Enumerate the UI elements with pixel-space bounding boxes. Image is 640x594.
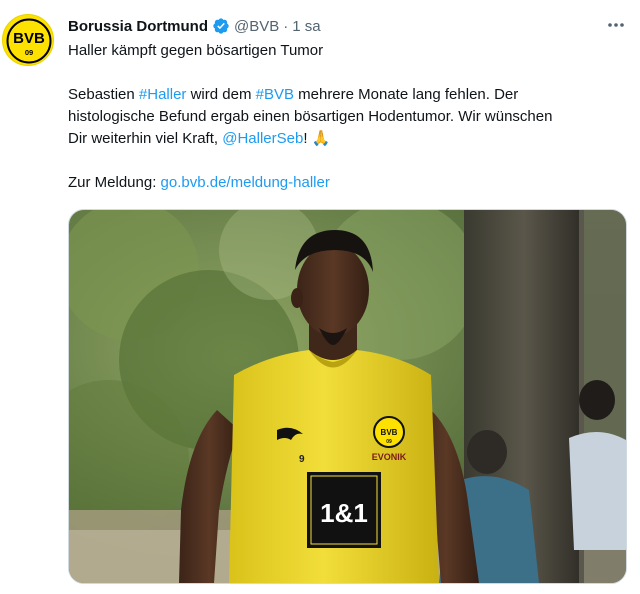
author-handle[interactable]: @BVB: [234, 18, 279, 35]
more-horizontal-icon[interactable]: [606, 16, 626, 34]
text-segment: !: [303, 130, 312, 147]
separator-dot: ·: [283, 17, 289, 35]
folded-hands-emoji-icon: 🙏: [311, 130, 331, 147]
tweet-paragraph-line-2: histologische Befund ergab einen bösarti…: [68, 108, 553, 125]
tweet-media-photo[interactable]: 9 BVB 09 EVONIK 1&1: [68, 209, 627, 584]
crest-text: BVB: [381, 428, 398, 437]
tweet-link-line: Zur Meldung: go.bvb.de/meldung-haller: [68, 172, 628, 194]
link-label: Zur Meldung:: [68, 174, 161, 191]
jersey-number: 9: [299, 454, 305, 465]
author-display-name[interactable]: Borussia Dortmund: [68, 18, 208, 35]
jersey-brand: EVONIK: [372, 452, 407, 462]
tweet-header: Borussia Dortmund @BVB · 1 sa: [68, 15, 321, 37]
hashtag-haller-link[interactable]: #Haller: [139, 86, 187, 103]
avatar-text-top: BVB: [13, 30, 45, 47]
jersey-sponsor: 1&1: [320, 498, 368, 528]
crest-year: 09: [386, 439, 392, 445]
tweet-timestamp[interactable]: 1 sa: [292, 18, 320, 35]
tweet-card: BVB 09 Borussia Dortmund @BVB · 1 sa Hal…: [0, 0, 640, 594]
avatar[interactable]: BVB 09: [2, 14, 54, 66]
tweet-paragraph-line-1: Sebastien #Haller wird dem #BVB mehrere …: [68, 84, 628, 106]
text-segment: Sebastien: [68, 86, 139, 103]
mention-hallerseb-link[interactable]: @HallerSeb: [222, 130, 303, 147]
hashtag-bvb-link[interactable]: #BVB: [256, 86, 294, 103]
text-segment: wird dem: [186, 86, 256, 103]
verified-badge-icon: [212, 17, 230, 35]
tweet-text: Haller kämpft gegen bösartigen Tumor Seb…: [68, 40, 628, 194]
tweet-paragraph-line-3: Dir weiterhin viel Kraft, @HallerSeb! 🙏: [68, 128, 628, 150]
article-url-link[interactable]: go.bvb.de/meldung-haller: [161, 174, 330, 191]
avatar-text-bottom: 09: [25, 48, 33, 57]
tweet-title-line: Haller kämpft gegen bösartigen Tumor: [68, 42, 324, 59]
text-segment: mehrere Monate lang fehlen. Der: [293, 86, 519, 103]
text-segment: Dir weiterhin viel Kraft,: [68, 130, 223, 147]
